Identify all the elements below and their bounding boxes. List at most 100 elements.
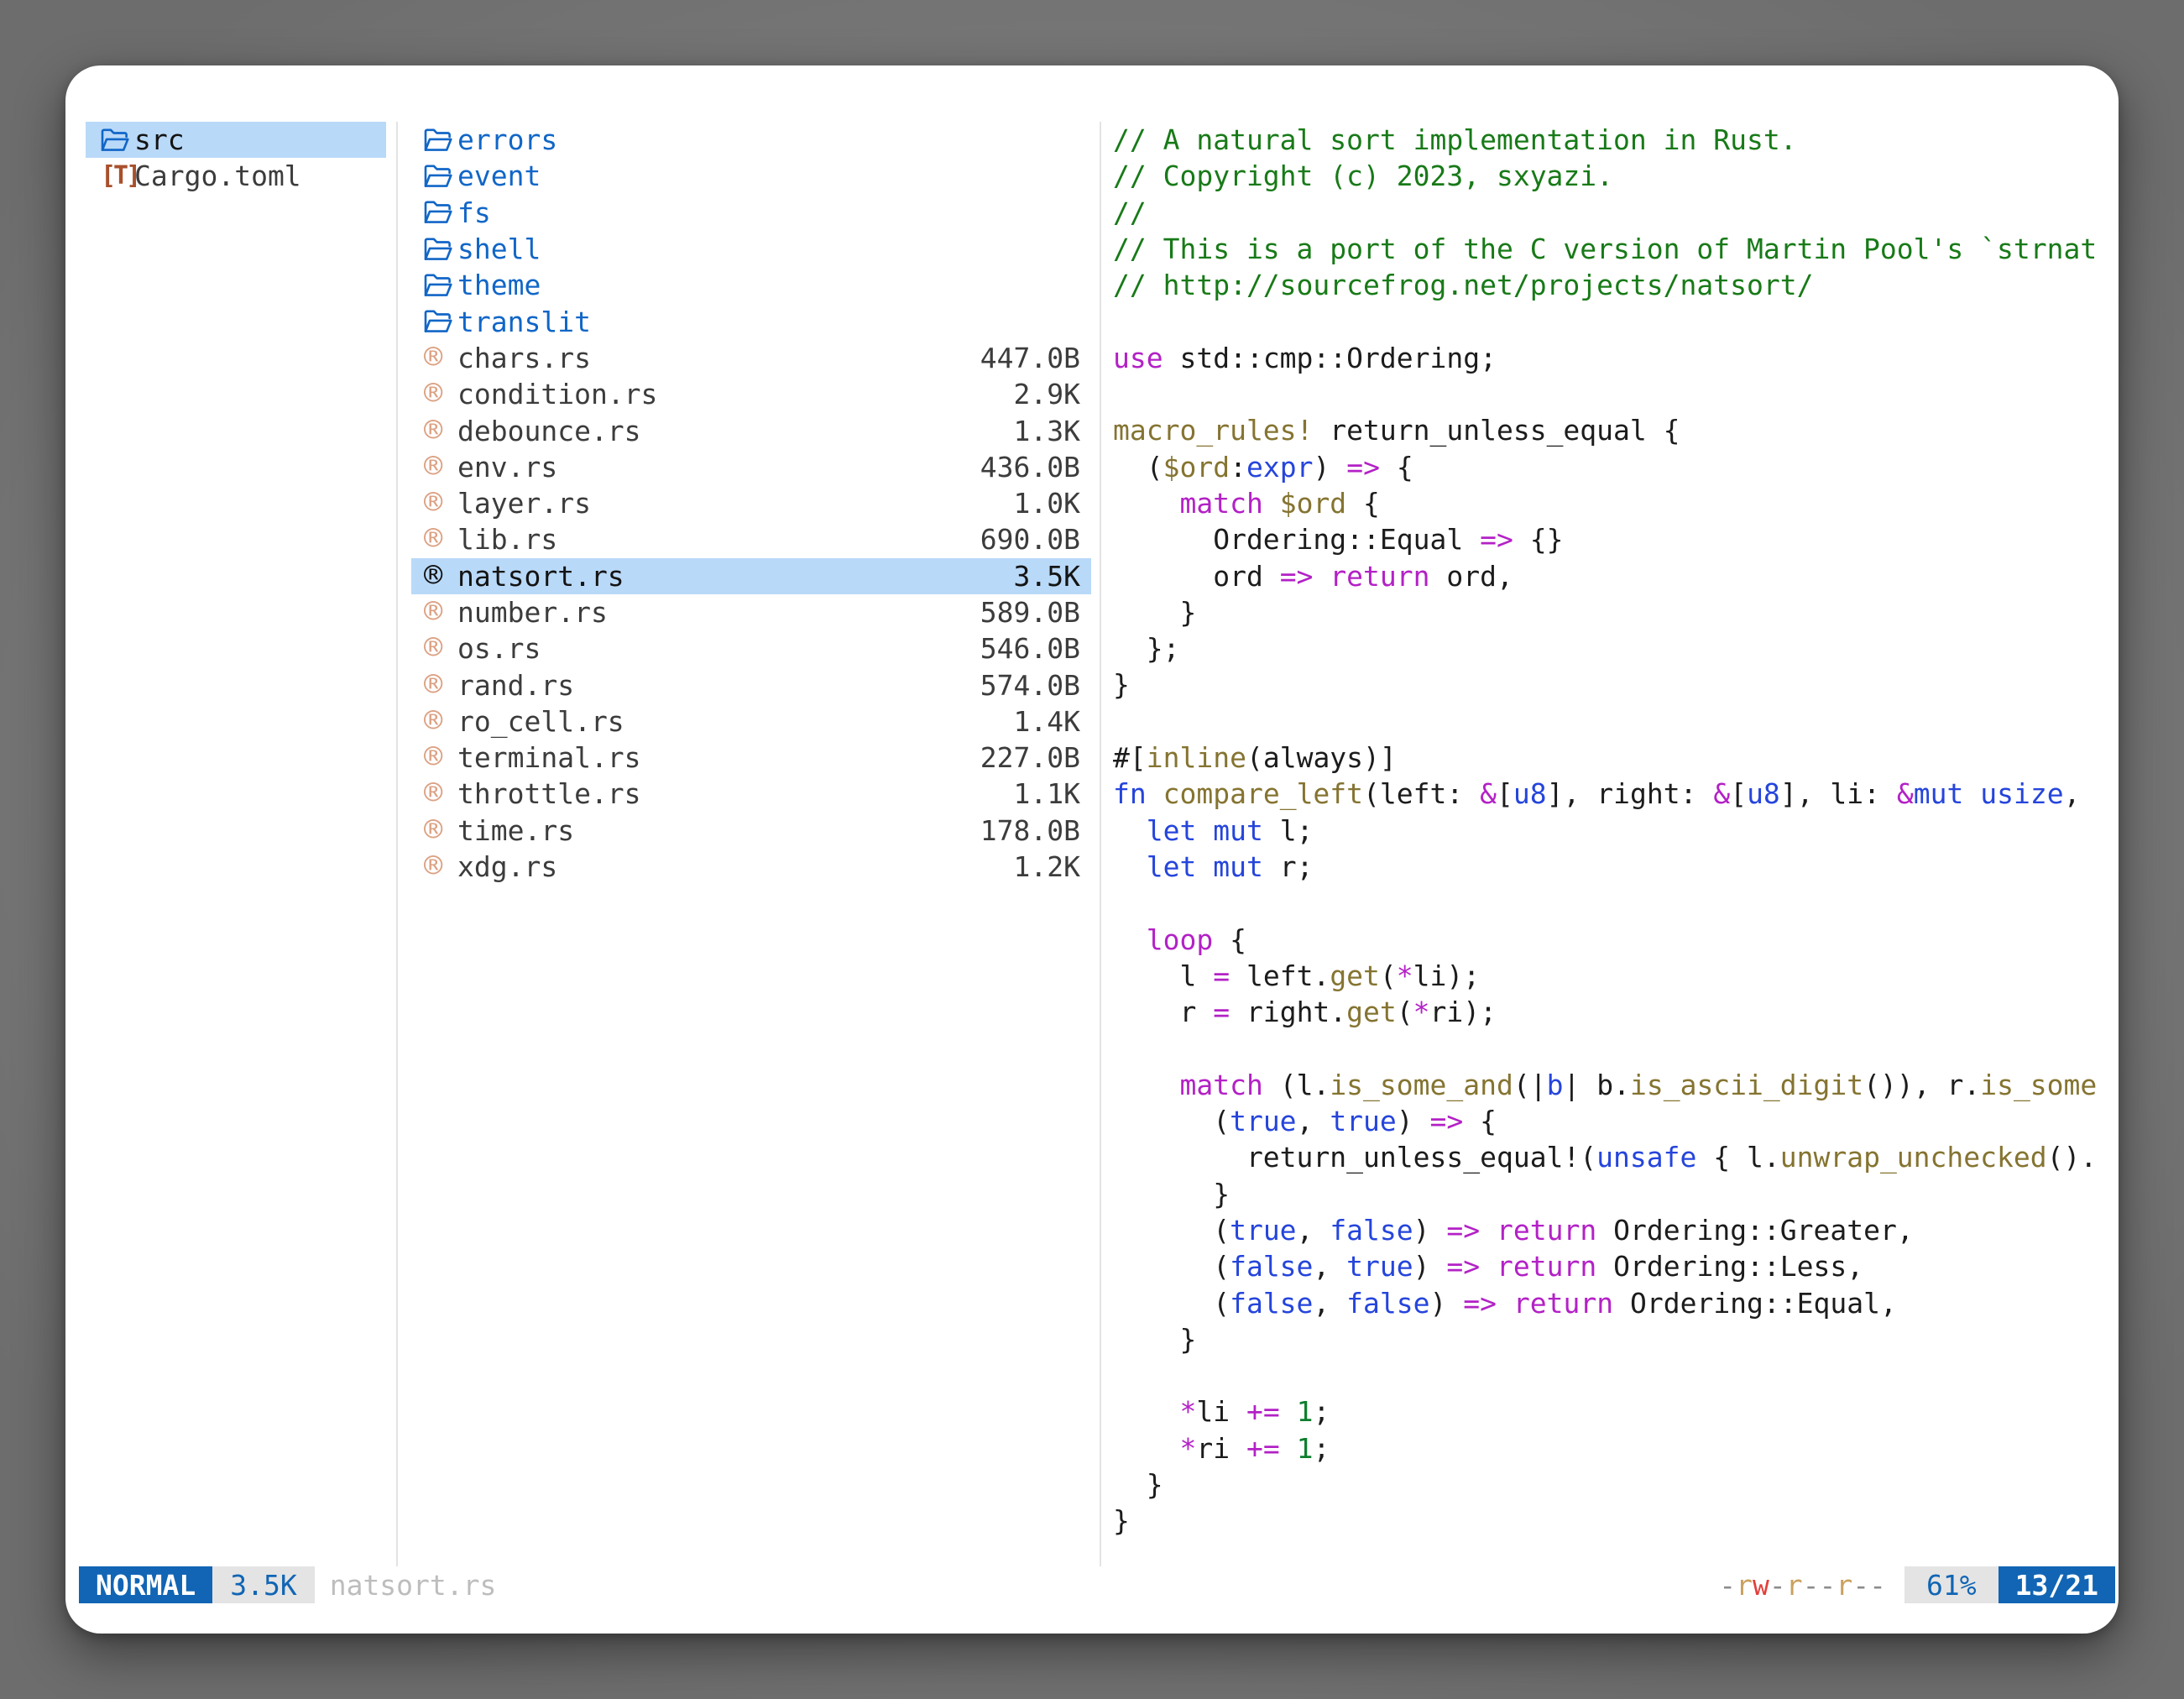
folder-open-icon xyxy=(101,128,134,153)
rust-file-icon: ® xyxy=(424,706,457,737)
file-row-time.rs[interactable]: ®time.rs 178.0B xyxy=(411,813,1091,849)
rust-file-icon: ® xyxy=(424,851,457,882)
file-size: 1.1K xyxy=(1014,777,1091,810)
folder-open-icon xyxy=(424,128,457,153)
file-name: fs xyxy=(457,196,491,229)
yazi-window: src[T]Cargo.toml errorsevent fsshelltheme… xyxy=(65,65,2119,1634)
code-line: // xyxy=(1113,195,2103,231)
file-row-ro_cell.rs[interactable]: ®ro_cell.rs 1.4K xyxy=(411,703,1091,740)
file-size: 3.5K xyxy=(1014,560,1091,593)
file-row-natsort.rs[interactable]: ®natsort.rs3.5K xyxy=(411,558,1091,594)
code-line: (false, false) => return Ordering::Equal… xyxy=(1113,1285,2103,1321)
rust-file-icon: ® xyxy=(424,742,457,773)
file-name: ro_cell.rs xyxy=(457,705,624,738)
file-row-errors[interactable]: errors xyxy=(411,122,1091,158)
code-line: // This is a port of the C version of Ma… xyxy=(1113,231,2103,267)
file-row-layer.rs[interactable]: ®layer.rs1.0K xyxy=(411,485,1091,521)
code-line: (true, true) => { xyxy=(1113,1103,2103,1139)
file-name: env.rs xyxy=(457,451,557,484)
file-row-src[interactable]: src xyxy=(86,122,386,158)
file-row-event[interactable]: event xyxy=(411,158,1091,194)
file-row-theme[interactable]: theme xyxy=(411,267,1091,303)
code-line: } xyxy=(1113,1466,2103,1503)
code-line: } xyxy=(1113,1176,2103,1212)
file-name: os.rs xyxy=(457,632,541,665)
code-line: return_unless_equal!(unsafe { l.unwrap_u… xyxy=(1113,1139,2103,1175)
file-name: translit xyxy=(457,306,591,338)
pane-divider-right xyxy=(1100,122,1101,1566)
code-line: } xyxy=(1113,594,2103,630)
file-name: throttle.rs xyxy=(457,777,641,810)
rust-file-icon: ® xyxy=(424,670,457,701)
code-line: let mut l; xyxy=(1113,813,2103,849)
file-size: 1.4K xyxy=(1014,705,1091,738)
code-line: macro_rules! return_unless_equal { xyxy=(1113,412,2103,448)
file-size: 690.0B xyxy=(980,523,1091,556)
file-row-xdg.rs[interactable]: ®xdg.rs1.2K xyxy=(411,849,1091,885)
pane-divider-left xyxy=(396,122,398,1566)
file-size: 436.0B xyxy=(980,451,1091,484)
file-size: 1.3K xyxy=(1014,415,1091,447)
file-name: debounce.rs xyxy=(457,415,641,447)
file-row-os.rs[interactable]: ®os.rs546.0B xyxy=(411,630,1091,667)
code-line: } xyxy=(1113,667,2103,703)
folder-open-icon xyxy=(424,164,457,189)
current-pane: errorsevent fsshellthemetranslit®chars.rs… xyxy=(411,122,1091,885)
code-line: match $ord { xyxy=(1113,485,2103,521)
rust-file-icon: ® xyxy=(424,815,457,846)
file-row-translit[interactable]: translit xyxy=(411,303,1091,339)
file-row-shell[interactable]: shell xyxy=(411,231,1091,267)
file-name: lib.rs xyxy=(457,523,557,556)
file-name: errors xyxy=(457,123,557,156)
desktop-background: src[T]Cargo.toml errorsevent fsshelltheme… xyxy=(0,0,2184,1699)
toml-file-icon: [T] xyxy=(101,161,134,191)
file-size-indicator: 3.5K xyxy=(212,1566,314,1603)
rust-file-icon: ® xyxy=(424,416,457,447)
file-row-lib.rs[interactable]: ®lib.rs 690.0B xyxy=(411,521,1091,557)
code-line: use std::cmp::Ordering; xyxy=(1113,340,2103,376)
file-row-fs[interactable]: fs xyxy=(411,195,1091,231)
folder-open-icon xyxy=(424,273,457,298)
current-filename: natsort.rs xyxy=(330,1566,497,1603)
status-bar-right: -rw-r--r-- 61% 13/21 xyxy=(1719,1566,2115,1603)
code-line: }; xyxy=(1113,630,2103,667)
code-line xyxy=(1113,1357,2103,1393)
file-row-condition.rs[interactable]: ®condition.rs2.9K xyxy=(411,376,1091,412)
code-line: ord => return ord, xyxy=(1113,558,2103,594)
code-line xyxy=(1113,703,2103,740)
status-bar-left: NORMAL 3.5K natsort.rs xyxy=(79,1566,496,1603)
file-row-Cargo.toml[interactable]: [T]Cargo.toml xyxy=(86,158,386,194)
file-row-rand.rs[interactable]: ®rand.rs574.0B xyxy=(411,667,1091,703)
status-bar: NORMAL 3.5K natsort.rs -rw-r--r-- 61% 13… xyxy=(65,1566,2119,1603)
file-name: xdg.rs xyxy=(457,850,557,883)
permissions-string: -rw-r--r-- xyxy=(1719,1566,1886,1603)
code-line: fn compare_left(left: &[u8], right: &[u8… xyxy=(1113,776,2103,812)
rust-file-icon: ® xyxy=(424,524,457,555)
file-name: src xyxy=(134,123,185,156)
file-size: 2.9K xyxy=(1014,378,1091,410)
code-line: loop { xyxy=(1113,922,2103,958)
file-row-debounce.rs[interactable]: ®debounce.rs 1.3K xyxy=(411,412,1091,448)
file-size: 574.0B xyxy=(980,669,1091,702)
file-row-throttle.rs[interactable]: ®throttle.rs 1.1K xyxy=(411,776,1091,812)
code-line: #[inline(always)] xyxy=(1113,740,2103,776)
file-row-number.rs[interactable]: ®number.rs589.0B xyxy=(411,594,1091,630)
parent-pane: src[T]Cargo.toml xyxy=(86,122,386,195)
preview-pane[interactable]: // A natural sort implementation in Rust… xyxy=(1113,122,2119,1540)
code-line: let mut r; xyxy=(1113,849,2103,885)
file-row-chars.rs[interactable]: ®chars.rs447.0B xyxy=(411,340,1091,376)
code-line: // Copyright (c) 2023, sxyazi. xyxy=(1113,158,2103,194)
folder-open-icon xyxy=(424,200,457,225)
file-size: 178.0B xyxy=(980,814,1091,847)
file-row-env.rs[interactable]: ®env.rs436.0B xyxy=(411,449,1091,485)
file-name: time.rs xyxy=(457,814,574,847)
file-name: event xyxy=(457,159,541,192)
file-row-terminal.rs[interactable]: ®terminal.rs227.0B xyxy=(411,740,1091,776)
file-name: terminal.rs xyxy=(457,741,641,774)
rust-file-icon: ® xyxy=(424,778,457,809)
file-name: natsort.rs xyxy=(457,560,624,593)
code-line: match (l.is_some_and(|b| b.is_ascii_digi… xyxy=(1113,1067,2103,1103)
code-line: } xyxy=(1113,1321,2103,1357)
code-line xyxy=(1113,303,2103,339)
code-line: // http://sourcefrog.net/projects/natsor… xyxy=(1113,267,2103,303)
